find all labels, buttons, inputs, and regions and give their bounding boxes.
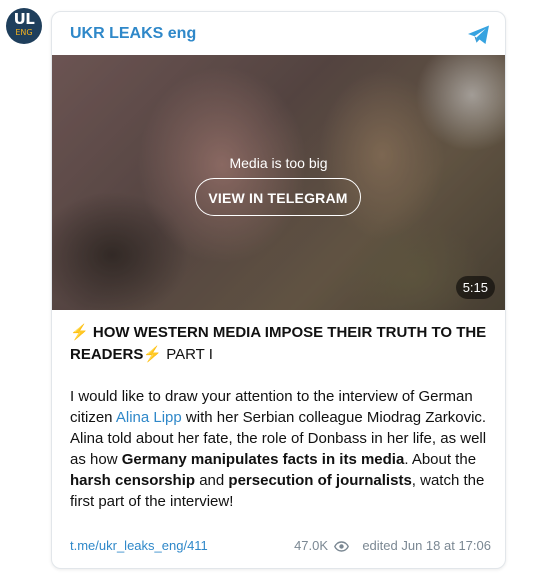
body-bold-text: harsh censorship — [70, 472, 196, 489]
telegram-icon[interactable] — [467, 24, 491, 46]
post-body: I would like to draw your attention to t… — [70, 386, 495, 512]
video-duration: 5:15 — [455, 276, 495, 299]
lightning-icon: ⚡ — [143, 346, 163, 363]
message-card: UKR LEAKS eng Media is too big VIEW IN T… — [51, 11, 506, 569]
body-bold-text: persecution of journalists — [228, 472, 412, 489]
body-text: . About the — [404, 451, 477, 468]
avatar-subtext: ENG — [15, 28, 33, 37]
body-bold-text: Germany manipulates facts in its media — [121, 451, 405, 468]
post-link[interactable]: t.me/ukr_leaks_eng/411 — [70, 538, 208, 553]
channel-name[interactable]: UKR LEAKS eng — [70, 25, 196, 43]
lightning-icon: ⚡ — [70, 324, 89, 341]
post-title-text: HOW WESTERN MEDIA IMPOSE THEIR TRUTH TO … — [70, 324, 487, 363]
post-meta: 47.0K edited Jun 18 at 17:06 — [294, 538, 491, 553]
video-preview[interactable]: Media is too big VIEW IN TELEGRAM 5:15 — [52, 55, 505, 310]
media-too-big-notice: Media is too big — [229, 155, 328, 171]
view-count: 47.0K — [294, 538, 329, 553]
channel-avatar[interactable]: UL ENG — [6, 8, 42, 44]
view-in-telegram-button[interactable]: VIEW IN TELEGRAM — [195, 178, 361, 216]
post-date[interactable]: Jun 18 at 17:06 — [401, 538, 491, 553]
avatar-initials: UL — [13, 10, 35, 28]
mention-link[interactable]: Alina Lipp — [116, 409, 182, 426]
message-header: UKR LEAKS eng — [52, 12, 505, 55]
edited-label: edited — [362, 538, 398, 553]
message-footer: t.me/ukr_leaks_eng/411 47.0K edited Jun … — [70, 538, 491, 556]
body-text: and — [195, 472, 229, 489]
post-title-part: PART I — [166, 346, 213, 363]
eye-icon — [333, 541, 349, 552]
post-title: ⚡ HOW WESTERN MEDIA IMPOSE THEIR TRUTH T… — [70, 322, 490, 366]
